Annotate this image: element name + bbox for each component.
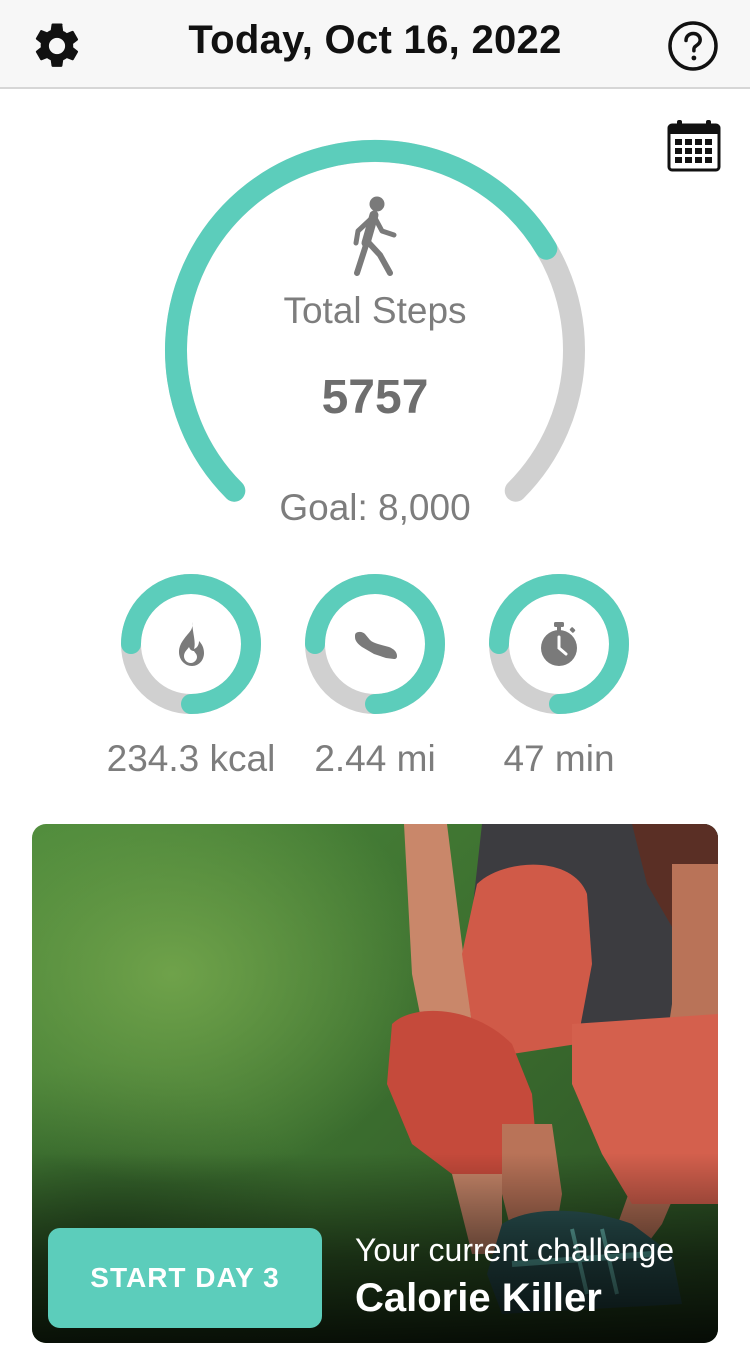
flame-icon [179, 622, 204, 666]
calories-ring [119, 572, 263, 716]
start-day-button[interactable]: START DAY 3 [48, 1228, 322, 1328]
calories-value: 234.3 kcal [106, 738, 276, 779]
challenge-name: Calorie Killer [355, 1276, 602, 1320]
distance-value: 2.44 mi [314, 738, 436, 779]
steps-gauge [165, 139, 585, 502]
steps-goal: Goal: 8,000 [279, 487, 471, 528]
challenge-card[interactable]: START DAY 3 Your current challenge Calor… [32, 824, 718, 1343]
distance-ring [303, 572, 447, 716]
walking-person-icon [353, 196, 397, 276]
total-steps-label: Total Steps [283, 290, 467, 331]
stopwatch-icon [541, 622, 577, 666]
duration-ring [487, 572, 631, 716]
sneaker-icon [355, 631, 397, 659]
challenge-subtitle: Your current challenge [355, 1232, 675, 1268]
total-steps-value: 5757 [321, 371, 429, 424]
duration-value: 47 min [503, 738, 615, 779]
